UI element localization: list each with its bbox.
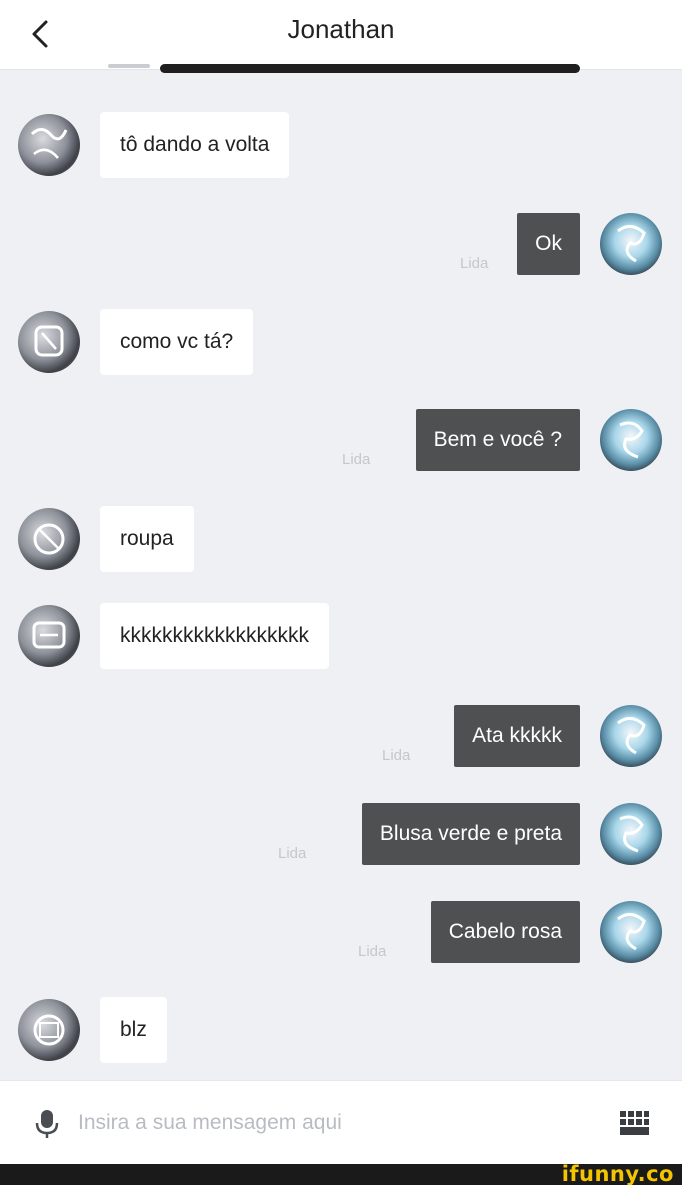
user-avatar[interactable]	[600, 803, 662, 865]
read-status: Lida	[358, 943, 387, 960]
message-bubble-incoming[interactable]: tô dando a volta	[100, 112, 290, 178]
contact-avatar[interactable]	[18, 311, 80, 373]
read-status: Lida	[342, 451, 371, 468]
user-avatar[interactable]	[600, 705, 662, 767]
message-bubble-outgoing[interactable]: Cabelo rosa	[430, 901, 580, 963]
contact-avatar[interactable]	[18, 999, 80, 1061]
message-bubble-incoming[interactable]: blz	[100, 997, 167, 1063]
user-avatar[interactable]	[600, 901, 662, 963]
watermark-strip: ifunny.co	[0, 1162, 682, 1185]
message-input[interactable]	[78, 1101, 558, 1145]
contact-avatar[interactable]	[18, 114, 80, 176]
read-status: Lida	[278, 845, 307, 862]
message-bubble-incoming[interactable]: kkkkkkkkkkkkkkkkkk	[100, 603, 329, 669]
user-avatar[interactable]	[600, 213, 662, 275]
microphone-icon[interactable]	[34, 1109, 60, 1139]
keyboard-icon[interactable]	[618, 1109, 650, 1137]
read-status: Lida	[460, 255, 489, 272]
contact-avatar[interactable]	[18, 605, 80, 667]
chat-header: Jonathan	[0, 0, 682, 70]
contact-avatar[interactable]	[18, 508, 80, 570]
message-bubble-outgoing[interactable]: Blusa verde e preta	[361, 803, 580, 865]
contact-name: Jonathan	[287, 14, 395, 44]
user-avatar[interactable]	[600, 409, 662, 471]
read-status: Lida	[382, 747, 411, 764]
watermark-logo: ifunny.co	[561, 1162, 674, 1185]
message-bubble-incoming[interactable]: como vc tá?	[100, 309, 254, 375]
message-bubble-outgoing[interactable]: Ok	[517, 213, 580, 275]
message-bubble-incoming[interactable]: roupa	[100, 506, 194, 572]
message-bubble-outgoing[interactable]: Bem e você ?	[415, 409, 580, 471]
date-separator	[108, 64, 150, 68]
message-bubble-outgoing[interactable]: Ata kkkkk	[454, 705, 580, 767]
scroll-indicator[interactable]	[160, 64, 580, 73]
message-composer	[0, 1080, 682, 1164]
